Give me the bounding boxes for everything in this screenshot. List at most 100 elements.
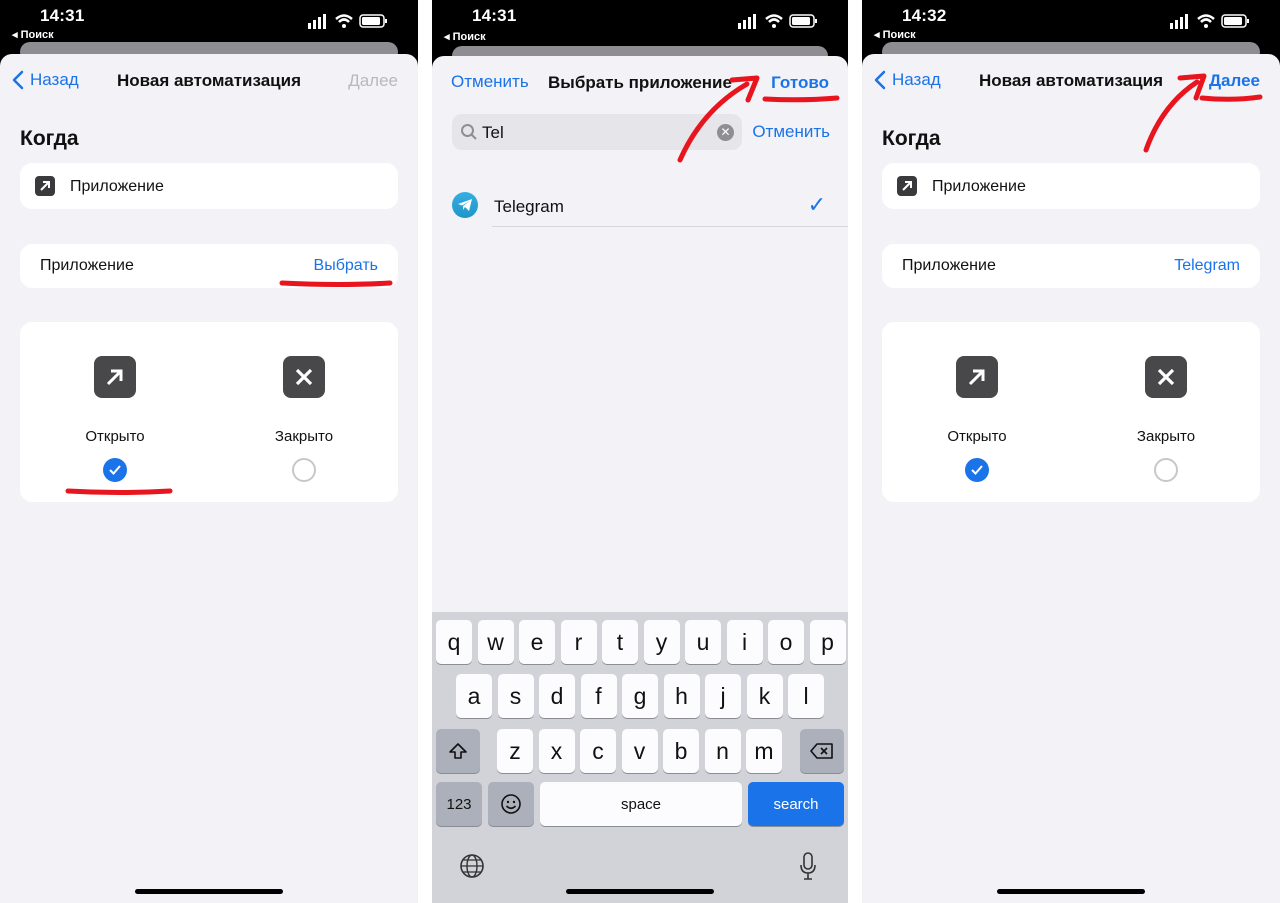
key-s[interactable]: s: [497, 674, 534, 718]
screen-automation-selected: 14:32 ◂ Поиск Назад Новая автоматизация …: [862, 0, 1280, 903]
status-time: 14:31: [40, 6, 85, 25]
key-y[interactable]: y: [643, 620, 680, 664]
back-to-app-link[interactable]: ◂ Поиск: [444, 30, 486, 43]
key-r[interactable]: r: [560, 620, 597, 664]
home-indicator: [566, 889, 714, 894]
key-h[interactable]: h: [663, 674, 700, 718]
screen-choose-app: 14:31 ◂ Поиск Отменить Выбрать приложени…: [432, 0, 848, 903]
section-title: Когда: [20, 127, 79, 150]
trigger-card[interactable]: Приложение: [882, 163, 1260, 209]
open-arrow-icon: [956, 356, 998, 398]
trigger-label: Приложение: [932, 178, 1026, 195]
key-l[interactable]: l: [788, 674, 824, 718]
option-closed[interactable]: Закрыто: [244, 356, 364, 482]
key-d[interactable]: d: [539, 674, 575, 718]
key-p[interactable]: p: [809, 620, 846, 664]
section-title: Когда: [882, 127, 941, 150]
selected-app-value[interactable]: Telegram: [1174, 257, 1240, 275]
space-key[interactable]: space: [540, 782, 742, 826]
search-field[interactable]: Tel ✕: [452, 114, 742, 150]
trigger-card[interactable]: Приложение: [20, 163, 398, 209]
status-bar: 14:32 ◂ Поиск: [862, 0, 1280, 44]
emoji-key[interactable]: [488, 782, 534, 826]
key-g[interactable]: g: [622, 674, 658, 718]
nav-bar: Назад Новая автоматизация Далее: [0, 68, 418, 96]
key-x[interactable]: x: [538, 729, 575, 773]
option-opened[interactable]: Открыто: [917, 356, 1037, 482]
key-k[interactable]: k: [746, 674, 783, 718]
telegram-icon: [452, 192, 478, 218]
key-t[interactable]: t: [602, 620, 638, 664]
search-input[interactable]: Tel: [482, 123, 504, 143]
option-opened-label: Открыто: [85, 428, 145, 445]
search-icon: [461, 124, 477, 140]
status-icons: [1170, 14, 1249, 29]
key-i[interactable]: i: [726, 620, 763, 664]
next-button[interactable]: Далее: [1209, 71, 1260, 91]
key-v[interactable]: v: [621, 729, 658, 773]
app-name: Telegram: [494, 197, 564, 216]
keyboard: qwertyuiop asdfghjkl zxcvbnm 123 space sea…: [432, 612, 848, 903]
status-icons: [308, 14, 387, 29]
key-n[interactable]: n: [704, 729, 741, 773]
backspace-icon: [810, 743, 833, 759]
key-o[interactable]: o: [768, 620, 804, 664]
sheet: Назад Новая автоматизация Далее Когда Пр…: [862, 54, 1280, 903]
globe-icon[interactable]: [458, 852, 486, 880]
nav-bar: Назад Новая автоматизация Далее: [862, 68, 1280, 96]
shift-icon: [449, 743, 467, 759]
key-m[interactable]: m: [746, 729, 782, 773]
home-indicator: [997, 889, 1145, 894]
back-to-app-link[interactable]: ◂ Поиск: [12, 28, 54, 41]
key-w[interactable]: w: [477, 620, 514, 664]
done-button[interactable]: Готово: [771, 73, 829, 93]
radio-unchecked[interactable]: [1154, 458, 1178, 482]
key-z[interactable]: z: [497, 729, 533, 773]
numbers-key[interactable]: 123: [436, 782, 482, 826]
next-button[interactable]: Далее: [348, 71, 398, 91]
radio-checked[interactable]: [965, 458, 989, 482]
sheet: Отменить Выбрать приложение Готово Tel ✕…: [432, 56, 848, 903]
key-q[interactable]: q: [436, 620, 472, 664]
key-j[interactable]: j: [705, 674, 741, 718]
nav-bar: Отменить Выбрать приложение Готово: [432, 70, 848, 98]
screen-automation-select: 14:31 ◂ Поиск Назад Новая автоматизация …: [0, 0, 418, 903]
shift-key[interactable]: [436, 729, 480, 773]
home-indicator: [135, 889, 283, 894]
checkmark-icon: [971, 465, 983, 475]
option-closed-label: Закрыто: [1136, 428, 1196, 445]
app-row[interactable]: Приложение Выбрать: [20, 244, 398, 288]
radio-unchecked[interactable]: [292, 458, 316, 482]
radio-checked[interactable]: [103, 458, 127, 482]
search-key[interactable]: search: [748, 782, 844, 826]
open-arrow-icon: [94, 356, 136, 398]
trigger-label: Приложение: [70, 178, 164, 195]
state-options-card: Открыто Закрыто: [20, 322, 398, 502]
backspace-key[interactable]: [800, 729, 844, 773]
key-c[interactable]: c: [580, 729, 616, 773]
list-item-telegram[interactable]: Telegram ✓: [432, 186, 848, 226]
state-options-card: Открыто Закрыто: [882, 322, 1260, 502]
key-f[interactable]: f: [580, 674, 617, 718]
choose-app-button[interactable]: Выбрать: [314, 257, 378, 275]
option-opened[interactable]: Открыто: [55, 356, 175, 482]
app-arrow-icon: [35, 176, 55, 196]
search-cancel-button[interactable]: Отменить: [752, 122, 830, 142]
back-to-app-link[interactable]: ◂ Поиск: [874, 28, 916, 41]
checkmark-icon: [109, 465, 121, 475]
clear-icon[interactable]: ✕: [717, 124, 734, 141]
option-closed-label: Закрыто: [274, 428, 334, 445]
option-closed[interactable]: Закрыто: [1106, 356, 1226, 482]
app-row-label: Приложение: [902, 257, 996, 274]
option-opened-label: Открыто: [947, 428, 1007, 445]
app-arrow-icon: [897, 176, 917, 196]
key-a[interactable]: a: [456, 674, 492, 718]
key-u[interactable]: u: [685, 620, 721, 664]
microphone-icon[interactable]: [794, 850, 822, 882]
close-x-icon: [283, 356, 325, 398]
key-b[interactable]: b: [663, 729, 699, 773]
app-row[interactable]: Приложение Telegram: [882, 244, 1260, 288]
key-e[interactable]: e: [519, 620, 555, 664]
sheet: Назад Новая автоматизация Далее Когда Пр…: [0, 54, 418, 903]
status-icons: [738, 14, 817, 29]
